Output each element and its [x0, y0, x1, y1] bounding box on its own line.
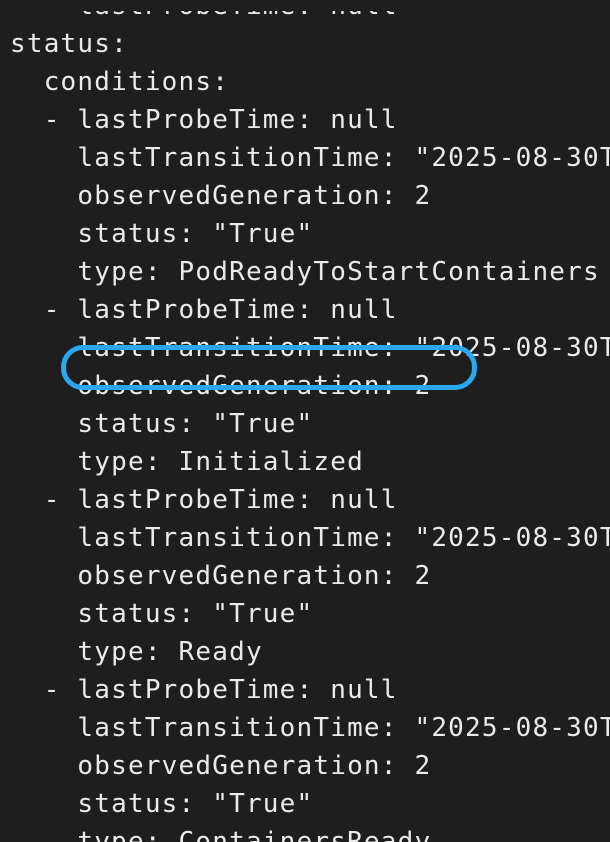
condition-2-type: type: Initialized [10, 447, 364, 477]
condition-3-type: type: Ready [10, 637, 263, 667]
condition-3-last-transition-time: lastTransitionTime: "2025-08-30T00:00:00… [77, 523, 610, 553]
terminal-window[interactable]: - lastProbeTime: null status: conditions:… [0, 0, 610, 842]
status-key-line: status: [10, 29, 128, 59]
condition-2-last-transition-time: lastTransitionTime: "2025-08-30T00:00:00… [77, 333, 610, 363]
condition-1-last-probe-time: - lastProbeTime: null [10, 105, 398, 135]
condition-1-type: type: PodReadyToStartContainers [10, 257, 600, 287]
condition-3-observed-generation: observedGeneration: 2 [10, 561, 432, 591]
condition-2-observed-generation: observedGeneration: 2 [10, 371, 432, 401]
condition-1-status: status: "True" [10, 219, 314, 249]
conditions-key-line: conditions: [10, 67, 230, 97]
condition-2-status: status: "True" [10, 409, 314, 439]
condition-4-type: type: ContainersReady [10, 827, 432, 842]
condition-2-last-probe-time: - lastProbeTime: null [10, 295, 398, 325]
condition-4-observed-generation: observedGeneration: 2 [10, 751, 432, 781]
terminal-line-partial: - lastProbeTime: null [10, 0, 398, 21]
condition-4-last-transition-time: lastTransitionTime: "2025-08-30T00:00:00… [77, 713, 610, 743]
condition-1-observed-generation: observedGeneration: 2 [10, 181, 432, 211]
condition-4-status: status: "True" [10, 789, 314, 819]
condition-3-status: status: "True" [10, 599, 314, 629]
condition-4-last-probe-time: - lastProbeTime: null [10, 675, 398, 705]
yaml-output: - lastProbeTime: null status: conditions:… [10, 0, 610, 842]
condition-1-last-transition-time: lastTransitionTime: "2025-08-30T00:00:00… [77, 143, 610, 173]
condition-3-last-probe-time: - lastProbeTime: null [10, 485, 398, 515]
